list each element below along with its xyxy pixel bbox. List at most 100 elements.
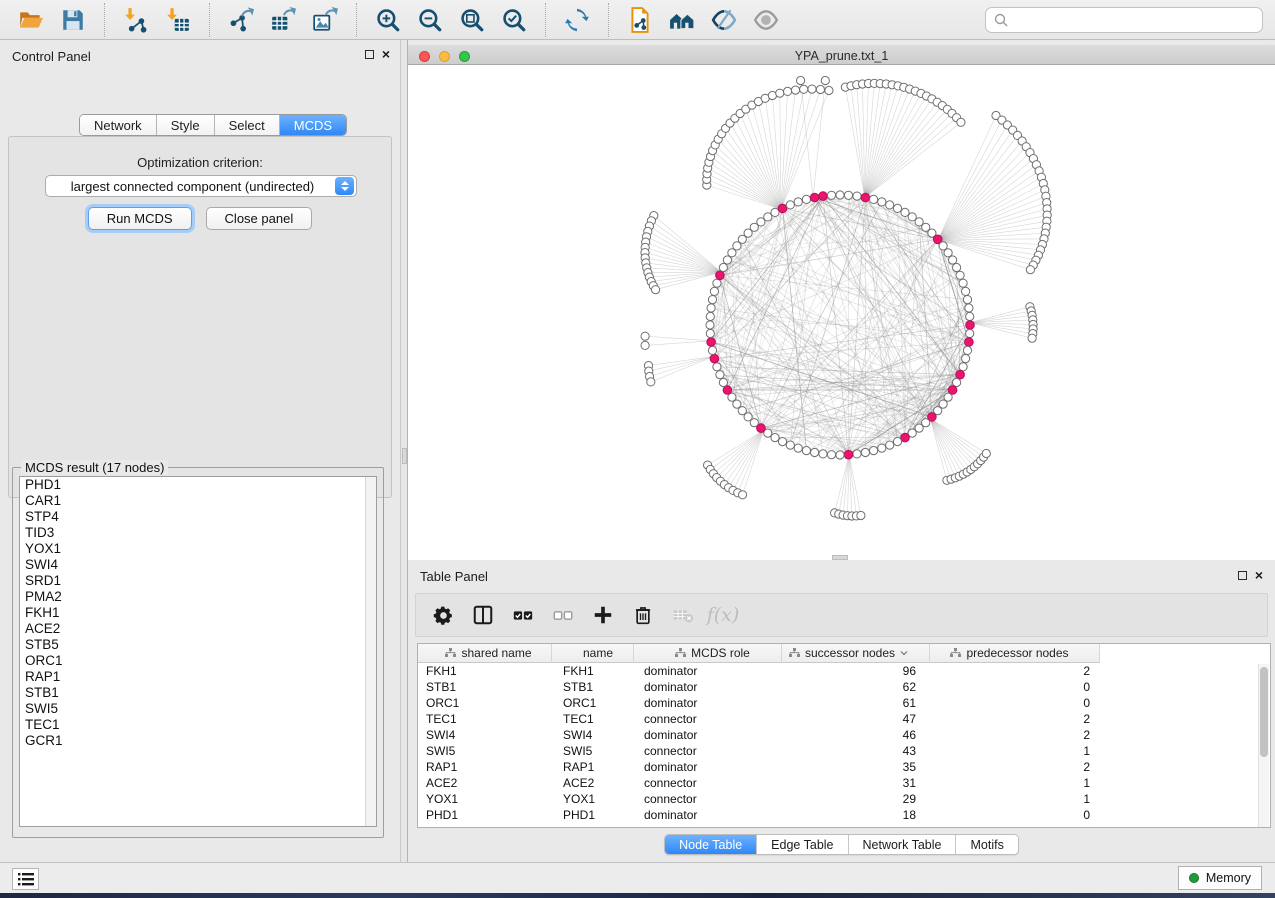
function-builder-icon[interactable]: f(x) bbox=[710, 602, 736, 628]
import-network-icon[interactable] bbox=[115, 3, 157, 37]
column-header-predecessor-nodes[interactable]: predecessor nodes bbox=[930, 644, 1100, 663]
zoom-out-icon[interactable] bbox=[409, 3, 451, 37]
close-table-panel-icon[interactable]: × bbox=[1255, 570, 1263, 580]
tab-mcds[interactable]: MCDS bbox=[280, 115, 346, 135]
table-cell: SWI4 bbox=[552, 728, 634, 742]
tab-style[interactable]: Style bbox=[157, 115, 215, 135]
table-cell: connector bbox=[634, 792, 782, 806]
table-row[interactable]: RAP1RAP1dominator352 bbox=[418, 759, 1270, 775]
float-table-panel-icon[interactable] bbox=[1238, 571, 1247, 580]
refresh-icon[interactable] bbox=[556, 3, 598, 37]
export-network-icon[interactable] bbox=[220, 3, 262, 37]
table-row[interactable]: ORC1ORC1dominator610 bbox=[418, 695, 1270, 711]
settings-gear-icon[interactable] bbox=[430, 602, 456, 628]
list-item[interactable]: FKH1 bbox=[20, 605, 376, 621]
tab-motifs[interactable]: Motifs bbox=[956, 835, 1017, 854]
status-bar: Memory bbox=[0, 862, 1275, 893]
tab-edge-table[interactable]: Edge Table bbox=[757, 835, 848, 854]
table-cell: STB1 bbox=[418, 680, 552, 694]
list-item[interactable]: SWI5 bbox=[20, 701, 376, 717]
splitter-handle[interactable] bbox=[402, 448, 407, 464]
list-item[interactable]: PHD1 bbox=[20, 477, 376, 493]
optimization-criterion-select[interactable]: largest connected component (undirected) bbox=[45, 175, 357, 197]
birds-eye-view-icon[interactable] bbox=[661, 3, 703, 37]
list-item[interactable]: GCR1 bbox=[20, 733, 376, 749]
table-row[interactable]: PHD1PHD1dominator180 bbox=[418, 807, 1270, 823]
zoom-in-icon[interactable] bbox=[367, 3, 409, 37]
network-canvas[interactable] bbox=[408, 65, 1275, 560]
list-item[interactable]: STP4 bbox=[20, 509, 376, 525]
select-all-icon[interactable] bbox=[510, 602, 536, 628]
show-graphics-details-icon[interactable] bbox=[745, 3, 787, 37]
column-layout-icon[interactable] bbox=[470, 602, 496, 628]
list-item[interactable]: ORC1 bbox=[20, 653, 376, 669]
delete-icon[interactable] bbox=[630, 602, 656, 628]
list-item[interactable]: CAR1 bbox=[20, 493, 376, 509]
search-input[interactable] bbox=[985, 7, 1263, 33]
table-row[interactable]: ACE2ACE2connector311 bbox=[418, 775, 1270, 791]
list-item[interactable]: RAP1 bbox=[20, 669, 376, 685]
list-item[interactable]: STB5 bbox=[20, 637, 376, 653]
column-header-MCDS-role[interactable]: MCDS role bbox=[634, 644, 782, 663]
zoom-selected-icon[interactable] bbox=[493, 3, 535, 37]
table-scrollbar-thumb[interactable] bbox=[1260, 667, 1268, 757]
float-panel-icon[interactable] bbox=[365, 50, 374, 59]
table-row[interactable]: SWI5SWI5connector431 bbox=[418, 743, 1270, 759]
list-item[interactable]: TID3 bbox=[20, 525, 376, 541]
status-menu-button[interactable] bbox=[12, 868, 39, 890]
close-panel-button[interactable]: Close panel bbox=[206, 207, 313, 230]
table-cell: ACE2 bbox=[418, 776, 552, 790]
zoom-fit-icon[interactable] bbox=[451, 3, 493, 37]
list-item[interactable]: YOX1 bbox=[20, 541, 376, 557]
list-item[interactable]: PMA2 bbox=[20, 589, 376, 605]
save-icon[interactable] bbox=[52, 3, 94, 37]
tab-node-table[interactable]: Node Table bbox=[665, 835, 757, 854]
list-item[interactable]: SWI4 bbox=[20, 557, 376, 573]
open-file-icon[interactable] bbox=[10, 3, 52, 37]
export-image-icon[interactable] bbox=[304, 3, 346, 37]
hide-graphics-details-icon[interactable] bbox=[703, 3, 745, 37]
table-row[interactable]: SWI4SWI4dominator462 bbox=[418, 727, 1270, 743]
run-mcds-button[interactable]: Run MCDS bbox=[88, 207, 192, 230]
network-titlebar[interactable]: YPA_prune.txt_1 bbox=[408, 45, 1275, 65]
vertical-splitter[interactable] bbox=[400, 40, 408, 862]
tab-network[interactable]: Network bbox=[80, 115, 157, 135]
add-column-icon[interactable] bbox=[590, 602, 616, 628]
table-scrollbar[interactable] bbox=[1258, 664, 1269, 827]
table-cell: dominator bbox=[634, 680, 782, 694]
import-table-icon[interactable] bbox=[157, 3, 199, 37]
table-cell: TEC1 bbox=[552, 712, 634, 726]
table-cell: PHD1 bbox=[552, 808, 634, 822]
deselect-all-icon[interactable] bbox=[550, 602, 576, 628]
table-cell: 31 bbox=[782, 776, 930, 790]
close-panel-icon[interactable]: × bbox=[382, 49, 390, 59]
column-header-shared-name[interactable]: shared name bbox=[418, 644, 552, 663]
list-menu-icon bbox=[18, 873, 34, 886]
export-table-icon[interactable] bbox=[262, 3, 304, 37]
table-cell: 61 bbox=[782, 696, 930, 710]
mcds-result-list[interactable]: PHD1CAR1STP4TID3YOX1SWI4SRD1PMA2FKH1ACE2… bbox=[19, 476, 377, 827]
list-item[interactable]: STB1 bbox=[20, 685, 376, 701]
table-row[interactable]: STB1STB1dominator620 bbox=[418, 679, 1270, 695]
tab-network-table[interactable]: Network Table bbox=[849, 835, 957, 854]
memory-button[interactable]: Memory bbox=[1178, 866, 1262, 890]
network-graph[interactable] bbox=[408, 65, 1275, 560]
delete-table-icon[interactable] bbox=[670, 602, 696, 628]
list-item[interactable]: ACE2 bbox=[20, 621, 376, 637]
table-cell: 0 bbox=[930, 680, 1100, 694]
column-header-successor-nodes[interactable]: successor nodes bbox=[782, 644, 930, 663]
table-cell: dominator bbox=[634, 728, 782, 742]
table-row[interactable]: FKH1FKH1dominator962 bbox=[418, 663, 1270, 679]
list-item[interactable]: SRD1 bbox=[20, 573, 376, 589]
header-filler bbox=[1100, 644, 1270, 663]
table-row[interactable]: YOX1YOX1connector291 bbox=[418, 791, 1270, 807]
list-scrollbar[interactable] bbox=[365, 477, 376, 826]
search-field[interactable] bbox=[1014, 13, 1254, 27]
new-network-from-file-icon[interactable] bbox=[619, 3, 661, 37]
column-header-name[interactable]: name bbox=[552, 644, 634, 663]
horizontal-splitter-handle[interactable] bbox=[832, 555, 848, 560]
list-item[interactable]: TEC1 bbox=[20, 717, 376, 733]
table-row[interactable]: TEC1TEC1connector472 bbox=[418, 711, 1270, 727]
dropdown-stepper-icon bbox=[335, 177, 354, 195]
tab-select[interactable]: Select bbox=[215, 115, 280, 135]
